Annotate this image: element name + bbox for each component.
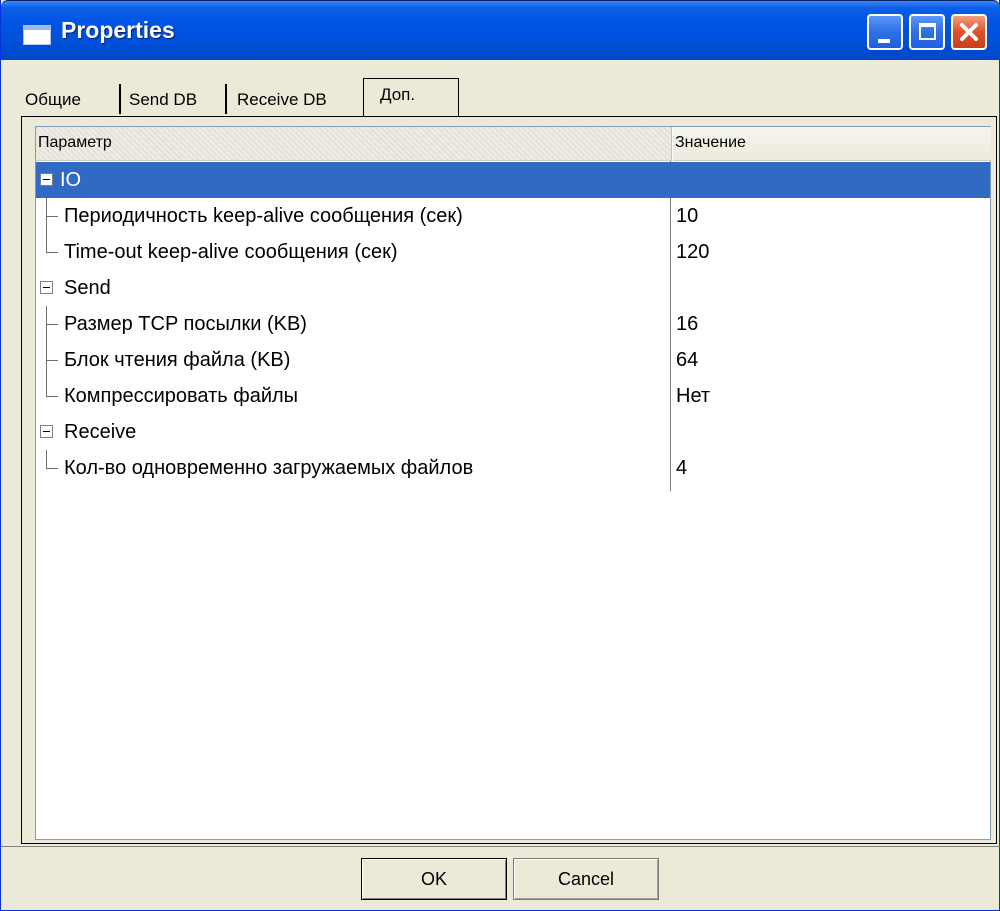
property-name: Кол-во одновременно загружаемых файлов [64,457,474,479]
group-row-receive[interactable]: Receive [36,414,990,450]
title-bar[interactable]: Properties [1,0,1000,60]
property-name: Блок чтения файла (KB) [64,349,291,371]
tree-stub [46,360,58,361]
tree-line [46,378,47,396]
property-grid[interactable]: Параметр Значение IO Периодичность keep-… [35,126,991,840]
property-row[interactable]: Кол-во одновременно загружаемых файлов 4 [36,450,990,486]
property-row[interactable]: Компрессировать файлы Нет [36,378,990,414]
group-label: Receive [64,421,137,443]
collapse-icon[interactable] [40,173,53,186]
group-label: IO [60,169,82,191]
tab-general[interactable]: Общие [25,88,81,112]
tab-separator [225,84,227,114]
property-name: Размер TCP посылки (KB) [64,313,307,335]
property-row[interactable]: Блок чтения файла (KB) 64 [36,342,990,378]
property-name: Компрессировать файлы [64,385,299,407]
tree-stub [46,396,58,397]
property-value[interactable]: 64 [676,342,698,378]
tab-extra-label: Доп. [380,85,416,104]
cancel-button[interactable]: Cancel [513,858,659,900]
property-value[interactable]: 4 [676,450,687,486]
minimize-icon [878,39,890,43]
property-name: Периодичность keep-alive сообщения (сек) [64,205,463,227]
tree-line [46,234,47,252]
tab-separator [119,84,121,114]
property-value[interactable]: Нет [676,378,710,414]
properties-window: Properties Общие Send DB Receive DB Доп.… [0,0,1000,911]
tab-receive-db[interactable]: Receive DB [237,88,327,112]
property-value[interactable]: 10 [676,198,698,234]
tree-stub [46,468,58,469]
tree-stub [46,252,58,253]
minimize-button[interactable] [867,14,903,50]
group-row-io[interactable]: IO [36,162,990,198]
tab-extra[interactable]: Доп. [363,78,459,118]
property-row[interactable]: Time-out keep-alive сообщения (сек) 120 [36,234,990,270]
tab-send-db[interactable]: Send DB [129,88,197,112]
close-button[interactable] [951,14,987,50]
window-icon [23,25,51,45]
group-label: Send [64,277,111,299]
maximize-button[interactable] [909,14,945,50]
close-icon [960,23,978,41]
tree-stub [46,216,58,217]
column-header-value[interactable]: Значение [673,127,991,161]
property-row[interactable]: Периодичность keep-alive сообщения (сек)… [36,198,990,234]
window-title: Properties [61,17,175,43]
group-row-send[interactable]: Send [36,270,990,306]
property-value[interactable]: 120 [676,234,709,270]
collapse-icon[interactable] [40,425,53,438]
property-row[interactable]: Размер TCP посылки (KB) 16 [36,306,990,342]
collapse-icon[interactable] [40,281,53,294]
property-name: Time-out keep-alive сообщения (сек) [64,241,398,263]
tree-line [46,450,47,468]
property-value[interactable]: 16 [676,306,698,342]
maximize-icon [919,23,936,40]
column-header-parameter[interactable]: Параметр [36,127,672,161]
ok-button[interactable]: OK [361,858,507,900]
tree-stub [46,324,58,325]
footer-separator [1,846,1000,847]
